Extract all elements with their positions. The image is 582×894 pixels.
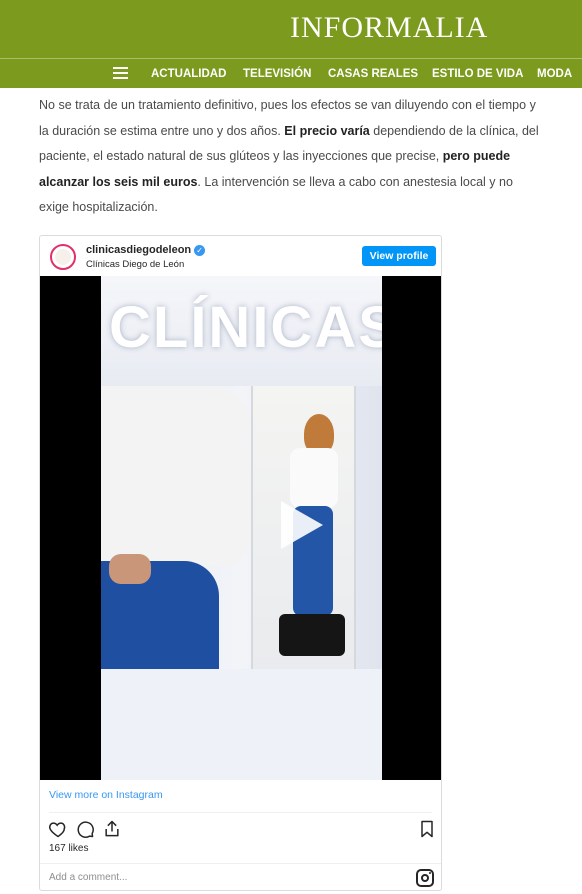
video-player[interactable]: CLÍNICAS	[40, 276, 441, 780]
foreground-hand	[109, 554, 151, 584]
woman-boots	[279, 614, 345, 656]
instagram-icon[interactable]	[416, 869, 434, 887]
article-paragraph: No se trata de un tratamiento definitivo…	[39, 93, 539, 221]
menu-icon[interactable]	[113, 67, 128, 79]
instagram-embed: clinicasdiegodeleon ✓ Clínicas Diego de L…	[39, 235, 442, 891]
nav-casas-reales[interactable]: CASAS REALES	[328, 64, 418, 84]
comment-icon[interactable]	[75, 819, 95, 839]
nav-estilo-de-vida[interactable]: ESTILO DE VIDA	[432, 64, 523, 84]
heart-icon[interactable]	[48, 819, 68, 839]
view-profile-button[interactable]: View profile	[362, 246, 436, 266]
divider	[40, 863, 441, 864]
share-icon[interactable]	[102, 819, 122, 839]
video-banner: CLÍNICAS	[101, 276, 382, 386]
header-divider	[0, 58, 582, 59]
verified-icon: ✓	[194, 244, 206, 256]
video-banner-text: CLÍNICAS	[109, 295, 382, 360]
avatar[interactable]	[50, 244, 76, 270]
woman-shirt	[290, 448, 338, 508]
username-text[interactable]: clinicasdiegodeleon	[86, 244, 191, 256]
divider	[49, 812, 432, 813]
foreground-shirt	[101, 386, 251, 566]
account-name: Clínicas Diego de León	[86, 259, 185, 270]
site-header: INFORMALIA ACTUALIDAD TELEVISIÓN CASAS R…	[0, 0, 582, 88]
video-frame: CLÍNICAS	[101, 276, 382, 780]
play-icon[interactable]	[281, 501, 323, 549]
nav-television[interactable]: TELEVISIÓN	[243, 64, 311, 84]
comment-input[interactable]: Add a comment...	[49, 872, 127, 883]
article-bold-text: El precio varía	[284, 123, 370, 138]
username[interactable]: clinicasdiegodeleon ✓	[86, 244, 206, 256]
likes-count: 167 likes	[49, 843, 89, 854]
bookmark-icon[interactable]	[417, 819, 437, 839]
video-bottom-area	[101, 669, 382, 780]
view-more-link[interactable]: View more on Instagram	[49, 789, 163, 801]
nav-moda[interactable]: MODA	[537, 64, 572, 84]
article-body: No se trata de un tratamiento definitivo…	[39, 93, 539, 221]
video-scene	[101, 386, 382, 669]
avatar-image	[55, 249, 71, 265]
nav-actualidad[interactable]: ACTUALIDAD	[151, 64, 226, 84]
site-logo[interactable]: INFORMALIA	[290, 10, 487, 46]
